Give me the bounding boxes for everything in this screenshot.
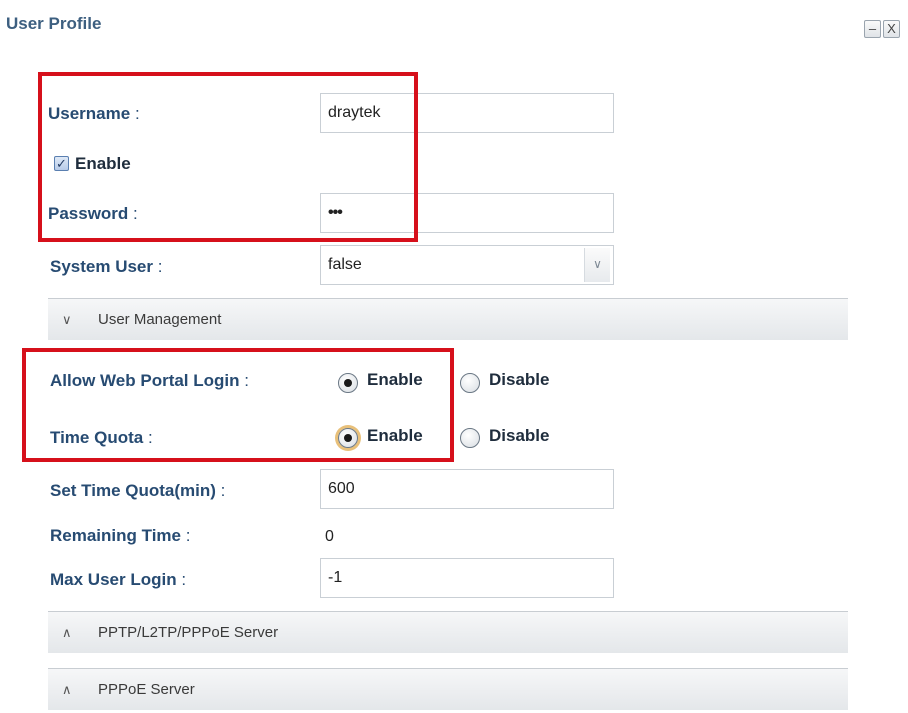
set-time-quota-separator: : [220, 481, 226, 500]
max-user-login-label-text: Max User Login [50, 570, 177, 589]
system-user-value: false [328, 256, 362, 273]
minimize-icon[interactable]: – [864, 20, 881, 38]
window-titlebar: User Profile – X [0, 0, 908, 50]
highlight-box-login-options [22, 348, 454, 462]
remaining-time-value: 0 [325, 528, 334, 545]
max-user-login-field[interactable]: -1 [320, 558, 614, 598]
chevron-up-icon: ∧ [62, 682, 72, 697]
set-time-quota-label-text: Set Time Quota(min) [50, 481, 216, 500]
section-pppoe-server-title: PPPoE Server [98, 681, 195, 698]
system-user-label-separator: : [157, 257, 163, 276]
chevron-up-icon: ∧ [62, 625, 72, 640]
section-pptp-l2tp-pppoe-server-title: PPTP/L2TP/PPPoE Server [98, 624, 279, 641]
chevron-down-icon: ∨ [62, 312, 72, 327]
remaining-time-label-text: Remaining Time [50, 526, 181, 545]
allow-web-portal-login-disable-radio[interactable] [460, 373, 480, 393]
remaining-time-label: Remaining Time : [50, 526, 190, 546]
close-icon[interactable]: X [883, 20, 900, 38]
set-time-quota-field[interactable]: 600 [320, 469, 614, 509]
chevron-down-icon[interactable]: ∨ [584, 248, 610, 282]
system-user-label: System User : [50, 257, 162, 277]
max-user-login-separator: : [181, 570, 187, 589]
section-user-management-title: User Management [98, 311, 222, 328]
system-user-label-text: System User [50, 257, 154, 276]
remaining-time-separator: : [185, 526, 191, 545]
time-quota-disable-label: Disable [489, 426, 550, 445]
highlight-box-credentials [38, 72, 418, 242]
window-title: User Profile [6, 14, 102, 33]
max-user-login-label: Max User Login : [50, 570, 186, 590]
time-quota-disable-radio[interactable] [460, 428, 480, 448]
section-pppoe-server[interactable]: ∧ PPPoE Server [48, 668, 848, 710]
system-user-select[interactable]: false [320, 245, 614, 285]
section-user-management[interactable]: ∨ User Management [48, 298, 848, 340]
allow-web-portal-login-disable-label: Disable [489, 370, 550, 389]
set-time-quota-label: Set Time Quota(min) : [50, 481, 225, 501]
section-pptp-l2tp-pppoe-server[interactable]: ∧ PPTP/L2TP/PPPoE Server [48, 611, 848, 653]
